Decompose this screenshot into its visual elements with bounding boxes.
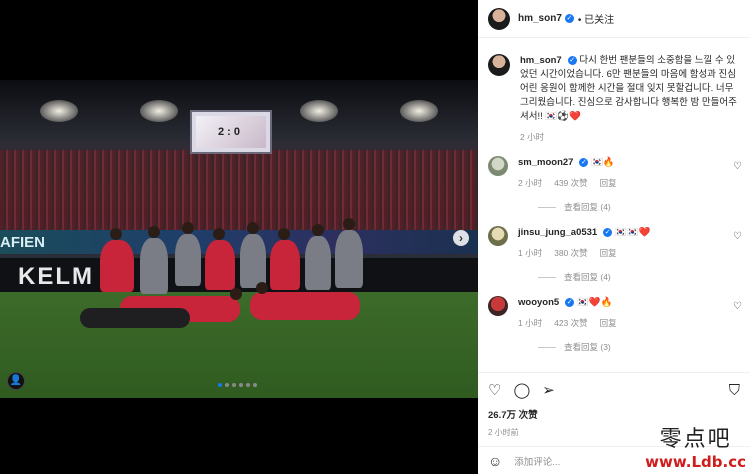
watermark-url: www.Ldb.cc <box>645 453 746 471</box>
comment-likes[interactable]: 439 次赞 <box>554 178 588 188</box>
comment-likes[interactable]: 423 次赞 <box>554 318 588 328</box>
post-caption: hm_son7 ✓ 다시 한번 팬분들의 소중함을 느낄 수 있었던 시간이었습니… <box>478 38 750 144</box>
carousel-dot <box>218 383 222 387</box>
commenter-avatar[interactable] <box>488 156 508 176</box>
stadium-light <box>300 100 338 122</box>
stadium-light <box>400 100 438 122</box>
comment-time: 1 小时 <box>518 248 543 258</box>
scoreboard-score: 2 : 0 <box>218 126 241 138</box>
ad-board-upper-text: AFIEN <box>0 234 45 251</box>
caption-username[interactable]: hm_son7 <box>520 55 562 66</box>
watermark: 零点吧 www.Ldb.cc <box>645 421 746 471</box>
reply-button[interactable]: 回复 <box>600 178 617 188</box>
author-username[interactable]: hm_son7 <box>518 13 562 24</box>
post-header: hm_son7 ✓ • 已关注 <box>478 0 750 38</box>
verified-icon: ✓ <box>603 227 613 237</box>
carousel-dot <box>239 383 243 387</box>
comment-text: 🇰🇷❤️🔥 <box>576 297 613 308</box>
view-replies-label: 查看回复 (3) <box>564 342 611 352</box>
commenter-username[interactable]: wooyon5 <box>518 297 559 308</box>
comment-time: 1 小时 <box>518 318 543 328</box>
comment-item: wooyon5 ✓ 🇰🇷❤️🔥 1 小时 423 次赞 回复 查看回复 (3) ♡ <box>478 296 750 354</box>
reply-button[interactable]: 回复 <box>600 318 617 328</box>
emoji-icon[interactable]: ☺ <box>488 453 502 469</box>
like-count[interactable]: 26.7万 次赞 <box>488 407 740 421</box>
commenter-username[interactable]: jinsu_jung_a0531 <box>518 227 597 238</box>
post-media: 2 : 0 AFIEN KELM › 👤 <box>0 0 478 474</box>
verified-icon: ✓ <box>567 55 577 65</box>
reply-button[interactable]: 回复 <box>600 248 617 258</box>
comment-time: 2 小时 <box>518 178 543 188</box>
team-group <box>80 200 400 350</box>
comments-scroll[interactable]: hm_son7 ✓ 다시 한번 팬분들의 소중함을 느낄 수 있었던 시간이었습니… <box>478 38 750 368</box>
user-tag-icon[interactable]: 👤 <box>7 372 25 390</box>
view-replies-button[interactable]: 查看回复 (3) <box>538 340 740 354</box>
stadium-light <box>140 100 178 122</box>
comment-item: sm_moon27 ✓ 🇰🇷🔥 2 小时 439 次赞 回复 查看回复 (4) ♡ <box>478 156 750 214</box>
view-replies-button[interactable]: 查看回复 (4) <box>538 200 740 214</box>
watermark-chinese: 零点吧 <box>659 427 732 452</box>
like-comment-icon[interactable]: ♡ <box>733 231 742 242</box>
like-comment-icon[interactable]: ♡ <box>733 301 742 312</box>
share-icon[interactable]: ➢ <box>542 381 555 399</box>
bookmark-icon[interactable]: ⛉ <box>729 382 740 399</box>
carousel-dot <box>246 383 250 387</box>
post-side-panel: hm_son7 ✓ • 已关注 hm_son7 ✓ 다시 한번 팬분들의 소중함을… <box>478 0 750 474</box>
heart-icon[interactable]: ♡ <box>488 381 501 399</box>
stadium-light <box>40 100 78 122</box>
carousel-dot <box>225 383 229 387</box>
commenter-avatar[interactable] <box>488 226 508 246</box>
comment-item: jinsu_jung_a0531 ✓ 🇰🇷🇰🇷❤️ 1 小时 380 次赞 回复 查看… <box>478 226 750 284</box>
comment-input[interactable]: 添加评论... <box>514 454 560 468</box>
commenter-avatar[interactable] <box>488 296 508 316</box>
verified-icon: ✓ <box>564 14 574 23</box>
comment-text: 🇰🇷🔥 <box>591 157 615 168</box>
next-image-button[interactable]: › <box>453 230 469 246</box>
view-replies-label: 查看回复 (4) <box>564 272 611 282</box>
verified-icon: ✓ <box>565 297 575 307</box>
comment-text: 🇰🇷🇰🇷❤️ <box>614 227 651 238</box>
comment-likes[interactable]: 380 次赞 <box>554 248 588 258</box>
carousel-dot <box>232 383 236 387</box>
carousel-dots <box>218 383 257 387</box>
comment-icon[interactable]: ◯ <box>513 381 530 399</box>
commenter-username[interactable]: sm_moon27 <box>518 157 573 168</box>
carousel-dot <box>253 383 257 387</box>
caption-time: 2 小时 <box>520 132 545 142</box>
scoreboard: 2 : 0 <box>190 110 272 154</box>
author-avatar[interactable] <box>488 7 510 30</box>
author-avatar[interactable] <box>488 54 510 76</box>
view-replies-button[interactable]: 查看回复 (4) <box>538 270 740 284</box>
like-comment-icon[interactable]: ♡ <box>733 161 742 172</box>
follow-status[interactable]: • 已关注 <box>578 11 614 26</box>
team-photo[interactable]: 2 : 0 AFIEN KELM › <box>0 80 478 398</box>
view-replies-label: 查看回复 (4) <box>564 202 611 212</box>
verified-icon: ✓ <box>579 157 589 167</box>
